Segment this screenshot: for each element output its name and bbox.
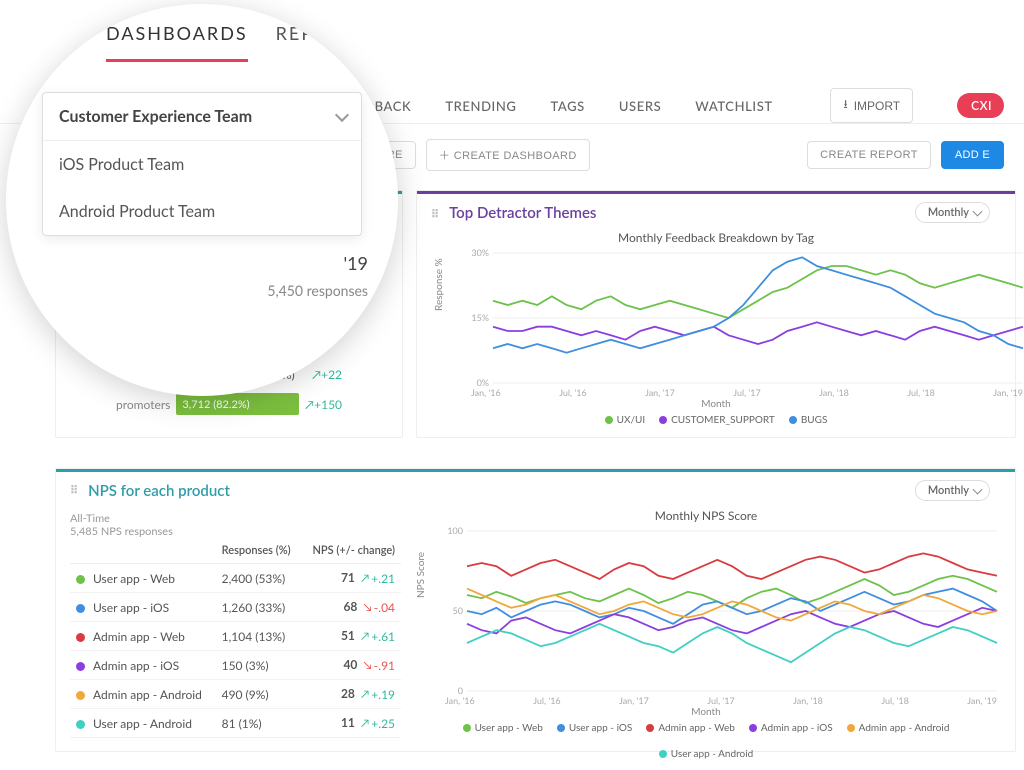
top-detractor-themes-card: ⠿ Top Detractor Themes Monthly Monthly F… <box>416 190 1016 438</box>
table-row[interactable]: Admin app - iOS 150 (3%) 40 -.91 <box>70 651 401 680</box>
x-axis-label: Month <box>431 398 1001 410</box>
svg-text:0%: 0% <box>477 377 489 387</box>
svg-text:50: 50 <box>453 605 463 616</box>
team-selected[interactable]: Customer Experience Team <box>43 93 361 141</box>
svg-text:100: 100 <box>447 525 463 536</box>
drag-handle-icon[interactable]: ⠿ <box>431 212 441 218</box>
create-dashboard-button[interactable]: ＋ CREATE DASHBOARD <box>426 139 590 171</box>
y-axis-label: NPS Score <box>415 552 427 598</box>
nps-product-table: All-Time 5,485 NPS responses Responses (… <box>56 504 401 760</box>
table-row[interactable]: Admin app - Android 490 (9%) 28 +.19 <box>70 680 401 709</box>
svg-text:30%: 30% <box>471 247 489 258</box>
add-widget-button[interactable]: ADD E <box>941 141 1004 169</box>
npsprod-line-chart: 0 50 100 <box>441 525 1001 695</box>
promoters-label: promoters <box>116 397 170 412</box>
nav-tab-dashboards[interactable]: DASHBOARDS <box>106 22 248 44</box>
card-title: NPS for each product <box>88 482 230 500</box>
team-dropdown[interactable]: Customer Experience Team iOS Product Tea… <box>42 92 362 236</box>
table-row[interactable]: User app - Android 81 (1%) 11 +.25 <box>70 709 401 738</box>
x-axis-label: Month <box>411 706 1001 718</box>
team-option[interactable]: iOS Product Team <box>43 141 361 188</box>
themes-period-select[interactable]: Monthly <box>915 202 990 223</box>
topnav-tab[interactable]: WATCHLIST <box>695 98 772 114</box>
dashboard-toolbar: SHARE ＋ CREATE DASHBOARD CREATE REPORT A… <box>350 138 1004 172</box>
app-logo-icon <box>48 18 78 48</box>
promoters-bar: 3,712 (82.2%) <box>176 393 299 415</box>
nps-date-partial: '19 <box>343 252 368 274</box>
themes-line-chart: 0% 15% 30% <box>467 247 1024 387</box>
npsprod-period-select[interactable]: Monthly <box>915 480 990 501</box>
zoom-overlay: DASHBOARDS REPOR Customer Experience Tea… <box>6 4 398 396</box>
nps-responses-partial: 5,450 responses <box>267 282 368 299</box>
npsprod-legend: User app - WebUser app - iOSAdmin app - … <box>411 722 1001 760</box>
topnav-tab[interactable]: TAGS <box>550 98 584 114</box>
passives-trend: ↗+22 <box>312 367 342 382</box>
table-row[interactable]: User app - iOS 1,260 (33%) 68 -.04 <box>70 593 401 622</box>
cxi-badge[interactable]: CXI <box>957 93 1004 118</box>
chart-title: Monthly NPS Score <box>411 508 1001 523</box>
download-icon: ⭳ <box>843 95 847 116</box>
table-row[interactable]: User app - Web 2,400 (53%) 71 +.21 <box>70 564 401 593</box>
table-row[interactable]: Admin app - Web 1,104 (13%) 51 +.61 <box>70 622 401 651</box>
promoters-trend: ↗+150 <box>305 397 342 412</box>
themes-legend: UX/UICUSTOMER_SUPPORTBUGS <box>431 414 1001 426</box>
card-title: Top Detractor Themes <box>449 204 596 222</box>
nav-tab-reports-partial[interactable]: REPOR <box>276 22 344 44</box>
chart-title: Monthly Feedback Breakdown by Tag <box>417 230 1015 245</box>
y-axis-label: Response % <box>433 258 445 311</box>
nps-per-product-card: ⠿ NPS for each product Monthly All-Time … <box>55 468 1016 752</box>
import-button[interactable]: ⭳ IMPORT <box>830 88 913 123</box>
create-report-button[interactable]: CREATE REPORT <box>807 141 931 169</box>
topnav-tab[interactable]: TRENDING <box>445 98 516 114</box>
svg-text:15%: 15% <box>471 312 489 323</box>
drag-handle-icon[interactable]: ⠿ <box>70 488 80 494</box>
plus-icon: ＋ <box>439 150 450 162</box>
topnav-tab[interactable]: USERS <box>619 98 661 114</box>
svg-text:0: 0 <box>458 685 463 695</box>
team-option[interactable]: Android Product Team <box>43 188 361 235</box>
